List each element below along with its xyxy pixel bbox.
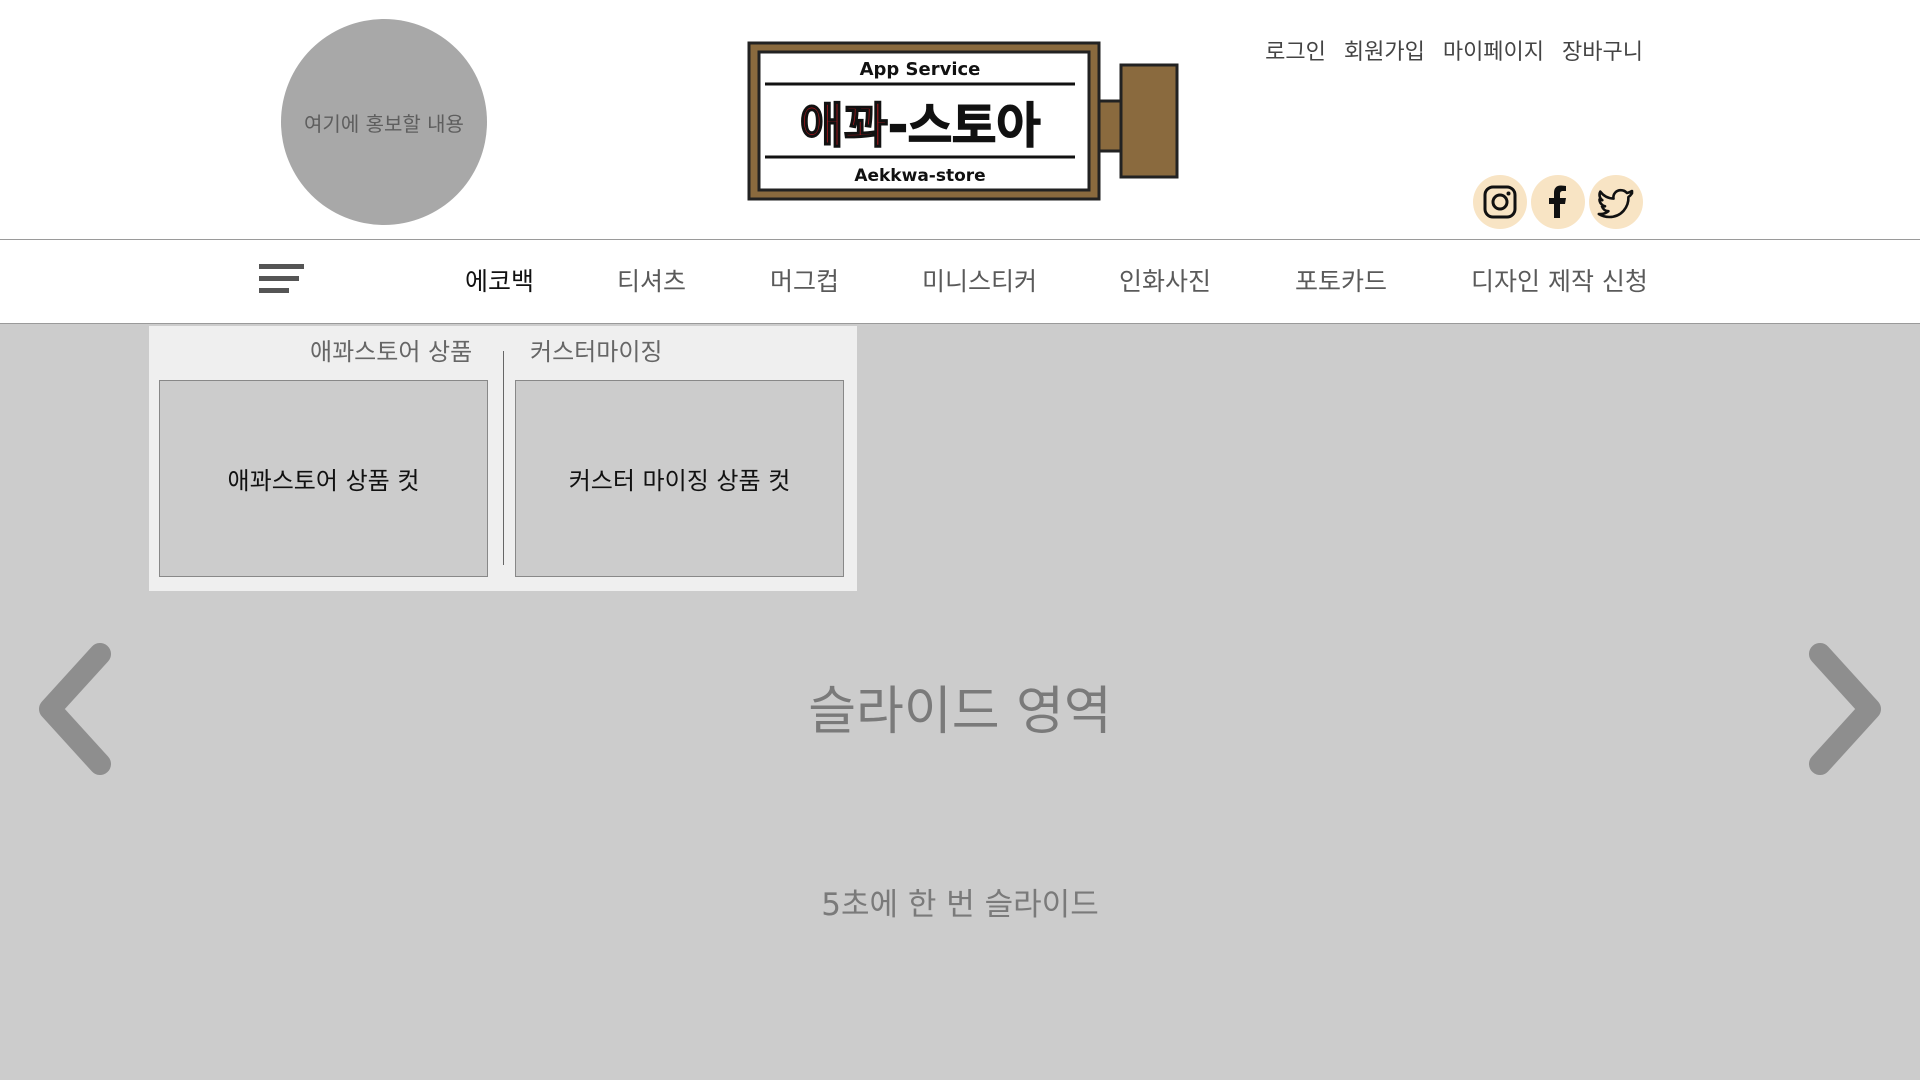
facebook-button[interactable] xyxy=(1531,175,1585,229)
nav-item-photo-print[interactable]: 인화사진 xyxy=(1119,240,1211,323)
social-links xyxy=(1473,175,1643,229)
logo-bottom-text: Aekkwa-store xyxy=(854,166,985,186)
main-nav: 에코백 티셔츠 머그컵 미니스티커 인화사진 포토카드 디자인 제작 신청 xyxy=(0,239,1920,324)
signup-link[interactable]: 회원가입 xyxy=(1344,34,1425,66)
utility-links: 로그인 회원가입 마이페이지 장바구니 xyxy=(1265,34,1643,66)
svg-text:애꽈-스토아: 애꽈-스토아 xyxy=(800,98,1041,154)
cart-link[interactable]: 장바구니 xyxy=(1562,34,1643,66)
instagram-icon xyxy=(1483,185,1517,219)
instagram-button[interactable] xyxy=(1473,175,1527,229)
mypage-link[interactable]: 마이페이지 xyxy=(1443,34,1544,66)
dropdown-heading-custom[interactable]: 커스터마이징 xyxy=(530,332,662,367)
facebook-icon xyxy=(1549,185,1566,218)
ecobag-dropdown-menu: 애꽈스토어 상품 커스터마이징 애꽈스토어 상품 컷 커스터 마이징 상품 컷 xyxy=(149,326,857,591)
nav-item-mini-sticker[interactable]: 미니스티커 xyxy=(922,240,1037,323)
slide-subtitle: 5초에 한 번 슬라이드 xyxy=(821,887,1099,923)
slide-next-arrow-icon[interactable] xyxy=(1800,639,1890,779)
logo-main-black: -스토아 xyxy=(888,98,1040,154)
slide-title: 슬라이드 영역 xyxy=(808,682,1112,742)
nav-item-design-request[interactable]: 디자인 제작 신청 xyxy=(1471,240,1648,323)
promo-text: 여기에 홍보할 내용 xyxy=(304,111,464,136)
nav-item-mug[interactable]: 머그컵 xyxy=(770,240,839,323)
header: 여기에 홍보할 내용 App Service 애꽈-스토아 Aekkwa-sto… xyxy=(0,0,1920,239)
twitter-icon xyxy=(1597,188,1634,219)
dropdown-heading-store[interactable]: 애꽈스토어 상품 xyxy=(310,332,472,367)
login-link[interactable]: 로그인 xyxy=(1265,34,1326,66)
hamburger-menu-icon[interactable] xyxy=(259,264,304,300)
nav-item-ecobag[interactable]: 에코백 xyxy=(465,240,534,323)
logo-top-text: App Service xyxy=(860,59,981,80)
store-product-image[interactable]: 애꽈스토어 상품 컷 xyxy=(159,380,488,577)
nav-item-photocard[interactable]: 포토카드 xyxy=(1295,240,1387,323)
custom-product-label: 커스터 마이징 상품 컷 xyxy=(568,467,791,495)
store-logo[interactable]: App Service 애꽈-스토아 Aekkwa-store xyxy=(743,41,1179,201)
nav-item-tshirt[interactable]: 티셔츠 xyxy=(617,240,686,323)
custom-product-image[interactable]: 커스터 마이징 상품 컷 xyxy=(515,380,844,577)
dropdown-divider xyxy=(503,351,504,565)
slide-prev-arrow-icon[interactable] xyxy=(30,639,120,779)
twitter-button[interactable] xyxy=(1589,175,1643,229)
store-product-label: 애꽈스토어 상품 컷 xyxy=(227,467,420,495)
logo-main-red: 애꽈 xyxy=(800,98,888,154)
promo-banner[interactable]: 여기에 홍보할 내용 xyxy=(281,19,487,225)
